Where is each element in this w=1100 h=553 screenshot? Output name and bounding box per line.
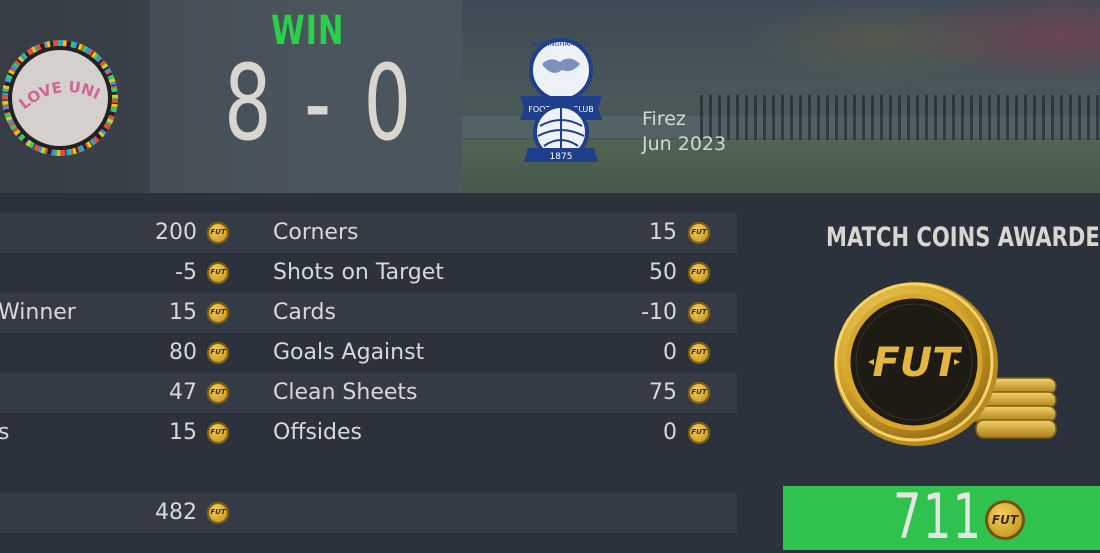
subtotal-value: 482 — [155, 500, 197, 525]
coin-icon — [688, 382, 710, 404]
stat-value: 50 — [649, 260, 677, 285]
stat-row: 80 Goals Against 0 — [0, 333, 737, 373]
coin-icon — [985, 500, 1025, 540]
home-club-badge: LOVE UNITES — [2, 40, 118, 156]
stat-label: Corners — [273, 220, 359, 245]
fut-coin-label: FUT — [872, 340, 962, 386]
stat-value: 75 — [649, 380, 677, 405]
stat-row: -5 Shots on Target 50 — [0, 253, 737, 293]
opponent-name: Firez — [642, 108, 686, 130]
coin-icon — [688, 262, 710, 284]
coin-icon — [688, 222, 710, 244]
stat-value: 15 — [169, 300, 197, 325]
stat-value: -10 — [641, 300, 677, 325]
stat-label: Cards — [273, 300, 336, 325]
coin-icon — [688, 342, 710, 364]
coin-icon — [207, 302, 229, 324]
stat-label: Goals Against — [273, 340, 425, 365]
coin-icon — [207, 222, 229, 244]
coin-icon — [207, 422, 229, 444]
stat-row: 200 Corners 15 — [0, 213, 737, 253]
stat-value: 47 — [169, 380, 197, 405]
stat-row: s 15 Offsides 0 — [0, 413, 737, 453]
match-header: LOVE UNITES WIN 8 - 0 FOOTBALL CLUB 1875… — [0, 0, 1100, 193]
coin-icon — [688, 422, 710, 444]
stat-value: 15 — [169, 420, 197, 445]
coin-icon — [688, 302, 710, 324]
coin-icon — [207, 342, 229, 364]
coin-icon — [207, 262, 229, 284]
away-badge-text-3: 1875 — [550, 152, 573, 162]
stat-value: 15 — [649, 220, 677, 245]
stat-label: Offsides — [273, 420, 363, 445]
match-score: 8 - 0 — [224, 42, 416, 164]
coin-icon — [207, 502, 229, 524]
coin-icon — [207, 382, 229, 404]
stat-value: 0 — [663, 340, 677, 365]
away-badge-text-1: BIRMINGHAM CITY — [531, 40, 591, 48]
stat-label: Clean Sheets — [273, 380, 418, 405]
stat-label: s — [0, 420, 10, 445]
subtotal-row: 482 — [0, 493, 737, 533]
stat-value: -5 — [175, 260, 197, 285]
stat-value: 200 — [155, 220, 197, 245]
coins-awarded-total: 711 — [893, 480, 983, 553]
stat-value: 0 — [663, 420, 677, 445]
match-date: Jun 2023 — [642, 133, 727, 155]
stat-label: Winner — [0, 300, 76, 325]
stat-label: Shots on Target — [273, 260, 444, 285]
stat-row: 47 Clean Sheets 75 — [0, 373, 737, 413]
fut-coins-icon: FUT — [834, 282, 1057, 446]
stat-row: Winner 15 Cards -10 — [0, 293, 737, 333]
stat-value: 80 — [169, 340, 197, 365]
match-coins-awarded-title: MATCH COINS AWARDED — [826, 222, 1100, 253]
away-club-badge: FOOTBALL CLUB 1875 BIRMINGHAM CITY — [520, 38, 602, 162]
